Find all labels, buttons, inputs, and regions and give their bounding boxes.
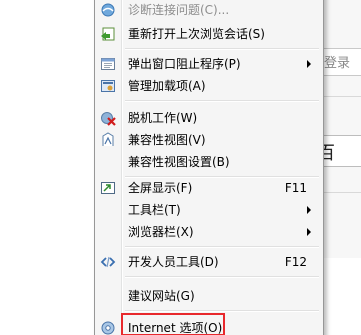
menu-item-explorer-bars[interactable]: 浏览器栏(X) <box>97 221 321 243</box>
menu-item-work-offline[interactable]: 脱机工作(W) <box>97 107 321 129</box>
manage-addons-icon <box>100 78 116 94</box>
divider-line <box>322 96 361 97</box>
tools-menu: 诊断连接问题(C)... 重新打开上次浏览会话(S) 弹出窗口阻止程序(P) 管… <box>94 0 324 335</box>
menu-item-label: 兼容性视图(V) <box>128 133 206 147</box>
menu-item-suggested-sites[interactable]: 建议网站(G) <box>97 285 321 307</box>
menu-item-label: 兼容性视图设置(B) <box>128 155 230 169</box>
reopen-session-icon <box>100 26 116 42</box>
login-field-text: 登录 <box>324 56 351 71</box>
menu-separator <box>125 310 319 312</box>
menu-item-label: 重新打开上次浏览会话(S) <box>128 27 265 41</box>
submenu-arrow-icon <box>307 60 311 68</box>
submenu-arrow-icon <box>307 228 311 236</box>
menu-item-fullscreen[interactable]: 全屏显示(F) F11 <box>97 177 321 199</box>
divider-line <box>322 192 361 193</box>
developer-tools-icon <box>100 254 116 270</box>
menu-item-popup-blocker[interactable]: 弹出窗口阻止程序(P) <box>97 53 321 75</box>
menu-item-label: 管理加载项(A) <box>128 79 206 93</box>
screenshot: 登录 百 诊断连接问题(C)... 重新打开上次浏览会话(S) 弹出窗口阻止程序… <box>0 0 361 335</box>
menu-item-shortcut: F11 <box>284 181 307 195</box>
menu-item-compatibility-view-settings[interactable]: 兼容性视图设置(B) <box>97 151 321 173</box>
menu-separator <box>125 100 319 102</box>
menu-item-label: 诊断连接问题(C)... <box>128 3 230 17</box>
diagnose-icon <box>100 2 116 18</box>
menu-item-label: 全屏显示(F) <box>128 181 193 195</box>
work-offline-icon <box>100 110 116 126</box>
menu-item-manage-addons[interactable]: 管理加载项(A) <box>97 75 321 97</box>
menu-item-label: 开发人员工具(D) <box>128 255 219 269</box>
menu-separator <box>125 246 319 248</box>
menu-item-shortcut: F12 <box>284 255 307 269</box>
menu-item-reopen-session[interactable]: 重新打开上次浏览会话(S) <box>97 23 321 45</box>
menu-item-label: 浏览器栏(X) <box>128 225 194 239</box>
menu-item-developer-tools[interactable]: 开发人员工具(D) F12 <box>97 251 321 273</box>
internet-options-icon <box>100 320 116 335</box>
menu-item-compatibility-view[interactable]: 兼容性视图(V) <box>97 129 321 151</box>
menu-item-diagnose-connection[interactable]: 诊断连接问题(C)... <box>97 0 321 21</box>
compat-view-icon <box>100 132 116 148</box>
menu-item-label: 工具栏(T) <box>128 203 181 217</box>
menu-separator <box>125 48 319 50</box>
menu-item-label: 建议网站(G) <box>128 289 195 303</box>
menu-item-label: 脱机工作(W) <box>128 111 198 125</box>
fullscreen-icon <box>100 180 116 196</box>
popup-blocker-icon <box>100 56 116 72</box>
highlight-annotation <box>121 313 225 335</box>
menu-separator <box>125 276 319 278</box>
submenu-arrow-icon <box>307 206 311 214</box>
menu-item-label: 弹出窗口阻止程序(P) <box>128 57 241 71</box>
menu-item-toolbars[interactable]: 工具栏(T) <box>97 199 321 221</box>
